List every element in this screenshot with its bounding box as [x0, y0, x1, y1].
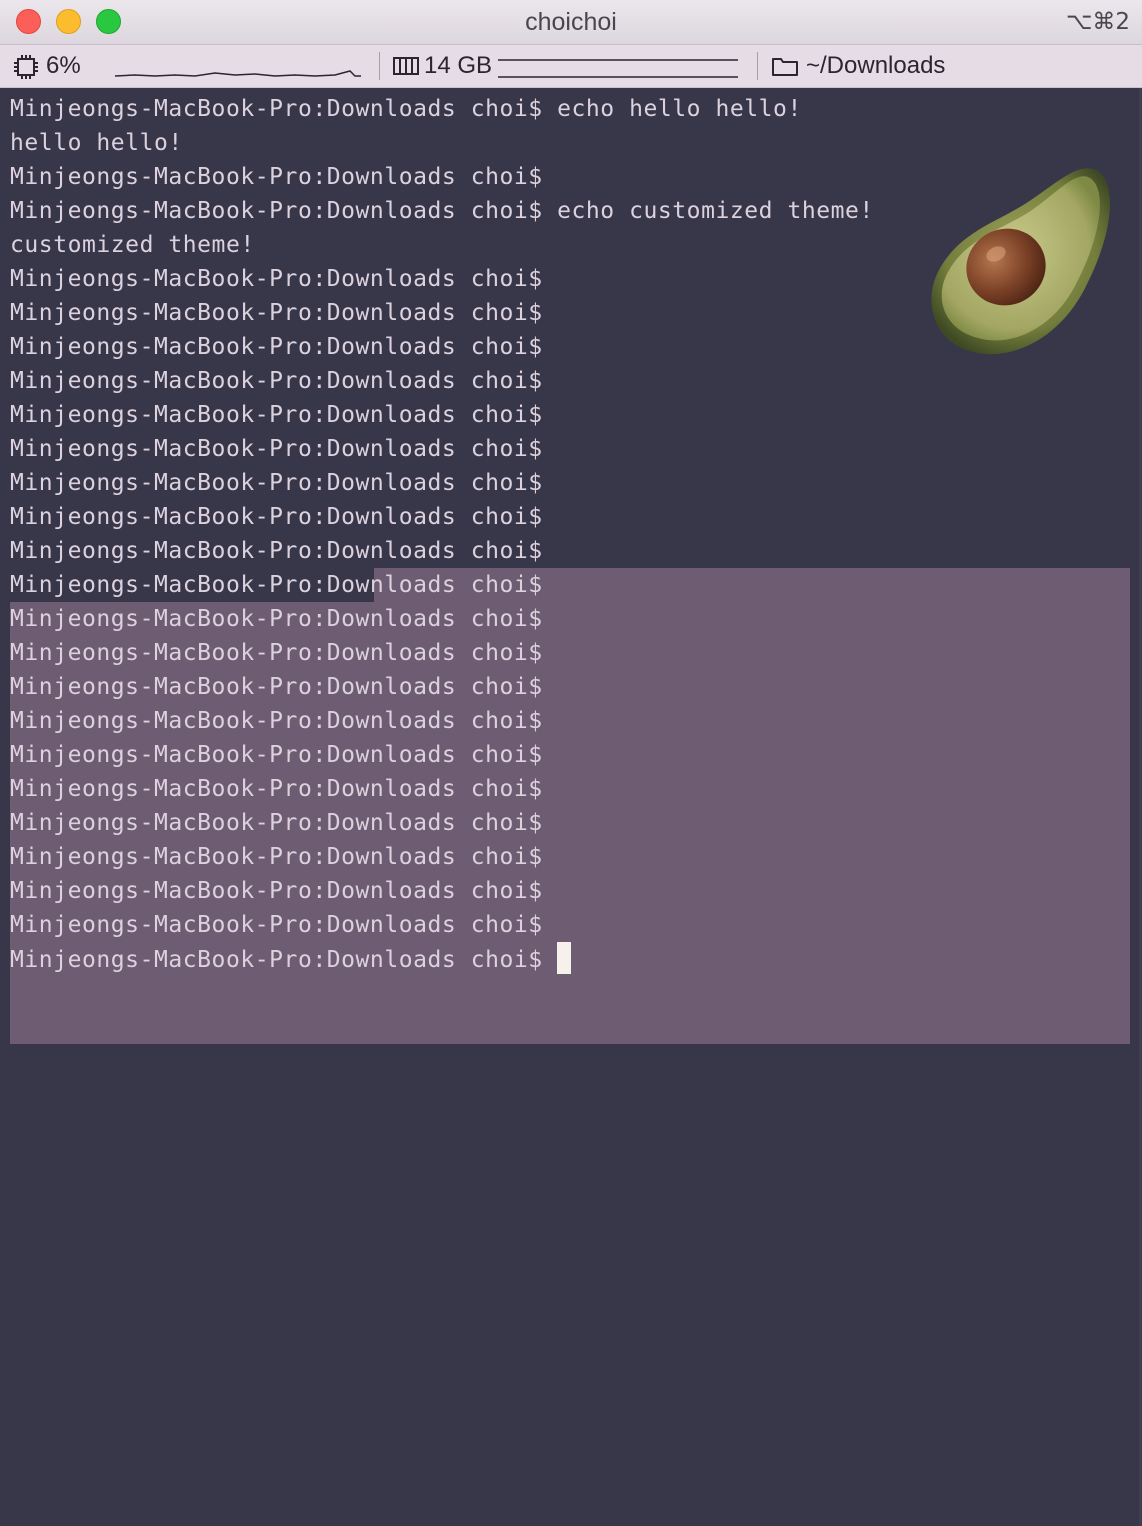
- terminal-line: Minjeongs-MacBook-Pro:Downloads choi$: [10, 878, 543, 904]
- status-divider: [379, 52, 380, 80]
- terminal-line: Minjeongs-MacBook-Pro:Downloads choi$: [10, 334, 543, 360]
- terminal-line: customized theme!: [10, 232, 255, 258]
- window-title: choichoi: [525, 8, 617, 36]
- memory-usage: 14 GB: [424, 52, 493, 79]
- terminal-line: Minjeongs-MacBook-Pro:Downloads choi$: [10, 606, 543, 632]
- text-cursor: [556, 942, 571, 974]
- cpu-icon: [14, 55, 38, 79]
- terminal-line: Minjeongs-MacBook-Pro:Downloads choi$ ec…: [10, 198, 874, 224]
- cpu-sparkline: [115, 70, 361, 77]
- window-shortcut: ⌥⌘2: [1065, 9, 1130, 35]
- terminal-line: Minjeongs-MacBook-Pro:Downloads choi$: [10, 164, 543, 190]
- terminal-output[interactable]: Minjeongs-MacBook-Pro:Downloads choi$ ec…: [0, 88, 1142, 1526]
- folder-icon: [772, 58, 798, 76]
- current-directory[interactable]: ~/Downloads: [806, 45, 945, 87]
- memory-sparkline: [498, 59, 738, 78]
- terminal-line: Minjeongs-MacBook-Pro:Downloads choi$: [10, 776, 543, 802]
- terminal-line: Minjeongs-MacBook-Pro:Downloads choi$ ec…: [10, 96, 802, 122]
- terminal-lines: Minjeongs-MacBook-Pro:Downloads choi$ ec…: [10, 92, 874, 976]
- terminal-line: Minjeongs-MacBook-Pro:Downloads choi$: [10, 810, 543, 836]
- terminal-line: Minjeongs-MacBook-Pro:Downloads choi$: [10, 912, 543, 938]
- terminal-line: Minjeongs-MacBook-Pro:Downloads choi$: [10, 470, 543, 496]
- avocado-icon: [931, 168, 1110, 355]
- terminal-line: Minjeongs-MacBook-Pro:Downloads choi$: [10, 436, 543, 462]
- terminal-prompt-line[interactable]: Minjeongs-MacBook-Pro:Downloads choi$: [10, 942, 874, 976]
- status-bar: 6% 14 GB ~/Downloads: [0, 45, 1142, 88]
- terminal-line: Minjeongs-MacBook-Pro:Downloads choi$: [10, 300, 543, 326]
- terminal-prompt: Minjeongs-MacBook-Pro:Downloads choi$: [10, 947, 543, 973]
- terminal-window: choichoi ⌥⌘2 6% 14 GB ~/Downloads Minjeo…: [0, 0, 1142, 1526]
- terminal-line: Minjeongs-MacBook-Pro:Downloads choi$: [10, 402, 543, 428]
- title-bar[interactable]: choichoi ⌥⌘2: [0, 0, 1142, 45]
- terminal-line: Minjeongs-MacBook-Pro:Downloads choi$: [10, 504, 543, 530]
- terminal-line: Minjeongs-MacBook-Pro:Downloads choi$: [10, 674, 543, 700]
- terminal-line: Minjeongs-MacBook-Pro:Downloads choi$: [10, 708, 543, 734]
- cpu-usage: 6%: [46, 52, 81, 79]
- terminal-line: Minjeongs-MacBook-Pro:Downloads choi$: [10, 640, 543, 666]
- terminal-line: Minjeongs-MacBook-Pro:Downloads choi$: [10, 368, 543, 394]
- terminal-line: Minjeongs-MacBook-Pro:Downloads choi$: [10, 572, 543, 598]
- status-divider: [757, 52, 758, 80]
- terminal-line: Minjeongs-MacBook-Pro:Downloads choi$: [10, 538, 543, 564]
- terminal-line: Minjeongs-MacBook-Pro:Downloads choi$: [10, 844, 543, 870]
- terminal-line: Minjeongs-MacBook-Pro:Downloads choi$: [10, 266, 543, 292]
- terminal-line: Minjeongs-MacBook-Pro:Downloads choi$: [10, 742, 543, 768]
- memory-icon: [393, 57, 419, 75]
- terminal-line: hello hello!: [10, 130, 183, 156]
